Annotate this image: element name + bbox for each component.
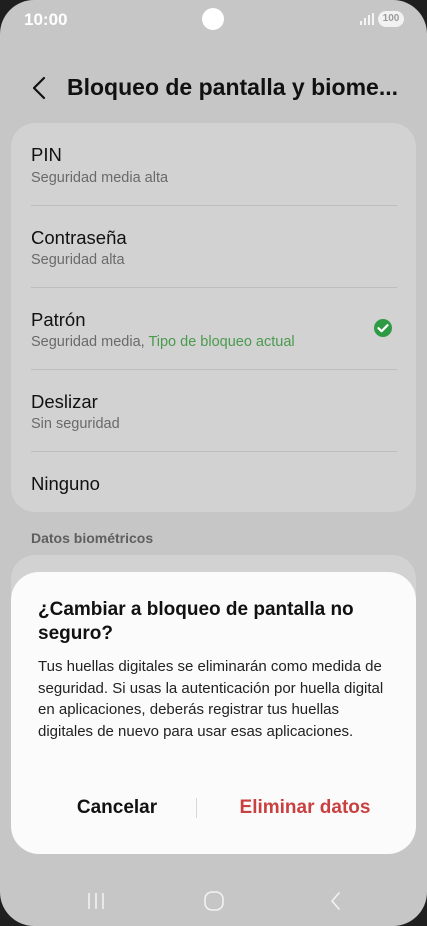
back-icon[interactable]: [324, 890, 348, 912]
option-swipe[interactable]: Deslizar Sin seguridad: [11, 370, 416, 452]
phone-screen: 10:00 100 Bloqueo de pantalla y biome...…: [0, 0, 427, 926]
navigation-bar: [0, 878, 427, 926]
option-description: Seguridad alta: [31, 252, 125, 268]
battery-icon: 100: [378, 11, 404, 27]
option-pattern[interactable]: Patrón Seguridad media, Tipo de bloqueo …: [11, 288, 416, 370]
option-pin[interactable]: PIN Seguridad media alta: [11, 123, 416, 205]
header: Bloqueo de pantalla y biome...: [0, 66, 427, 110]
option-label: Ninguno: [31, 473, 100, 494]
biometrics-section-label: Datos biométricos: [31, 530, 154, 546]
signal-icon: [360, 13, 374, 25]
option-description: Sin seguridad: [31, 416, 120, 432]
option-description: Seguridad media alta: [31, 170, 169, 186]
option-description-text: Seguridad media,: [31, 334, 149, 350]
dialog-title: ¿Cambiar a bloqueo de pantalla no seguro…: [38, 599, 354, 644]
check-circle-icon: [374, 319, 392, 337]
delete-data-button[interactable]: Eliminar datos: [215, 788, 395, 828]
option-password[interactable]: Contraseña Seguridad alta: [11, 206, 416, 288]
option-label: Deslizar: [31, 391, 98, 412]
status-bar: 10:00 100: [0, 0, 427, 40]
camera-cutout: [202, 8, 224, 30]
chevron-left-icon[interactable]: [28, 74, 52, 102]
cancel-button[interactable]: Cancelar: [31, 788, 203, 828]
confirm-dialog: ¿Cambiar a bloqueo de pantalla no seguro…: [11, 572, 416, 854]
home-icon[interactable]: [202, 890, 226, 912]
button-divider: [196, 798, 197, 818]
option-label: Patrón: [31, 309, 86, 330]
option-label: Contraseña: [31, 227, 127, 248]
page-title: Bloqueo de pantalla y biome...: [67, 74, 398, 100]
dialog-message: Tus huellas digitales se eliminarán como…: [38, 658, 384, 740]
option-description: Seguridad media, Tipo de bloqueo actual: [31, 334, 295, 350]
current-lock-note: Tipo de bloqueo actual: [148, 334, 295, 350]
option-label: PIN: [31, 144, 62, 165]
status-time: 10:00: [24, 10, 68, 29]
recent-apps-icon[interactable]: [84, 890, 108, 912]
lock-options-card: PIN Seguridad media alta Contraseña Segu…: [11, 123, 416, 512]
option-none[interactable]: Ninguno: [11, 452, 416, 512]
